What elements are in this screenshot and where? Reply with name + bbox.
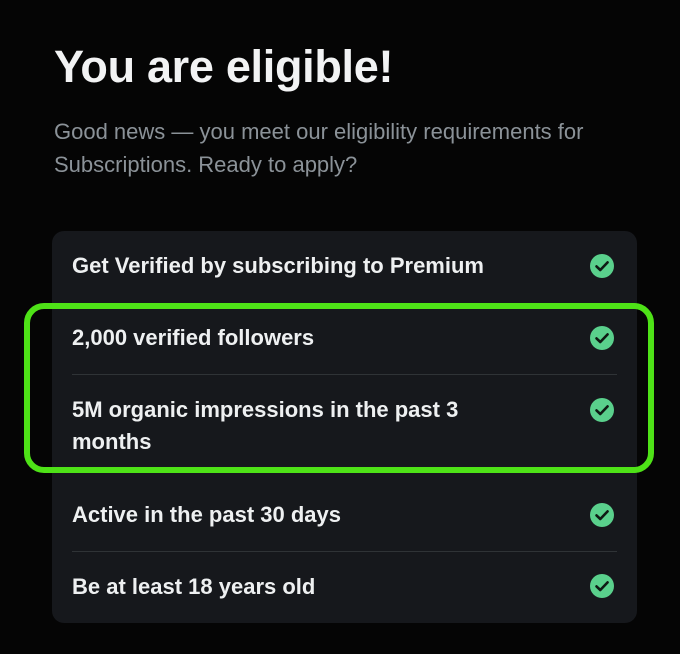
- requirements-card: Get Verified by subscribing to Premium 2…: [52, 231, 637, 623]
- requirement-row-premium: Get Verified by subscribing to Premium: [52, 231, 637, 303]
- requirement-label: 2,000 verified followers: [72, 325, 315, 350]
- check-circle-icon: [590, 254, 614, 278]
- page-subtitle: Good news — you meet our eligibility req…: [54, 119, 584, 177]
- requirement-label: 5M organic impressions in the past 3 mon…: [72, 397, 459, 454]
- requirement-label: Be at least 18 years old: [72, 574, 316, 599]
- check-circle-icon: [590, 574, 614, 598]
- check-circle-icon: [590, 398, 614, 422]
- requirement-row-age: Be at least 18 years old: [52, 552, 637, 623]
- check-circle-icon: [590, 326, 614, 350]
- check-circle-icon: [590, 503, 614, 527]
- requirement-label: Active in the past 30 days: [72, 502, 341, 527]
- requirement-label: Get Verified by subscribing to Premium: [72, 253, 484, 278]
- requirement-row-active: Active in the past 30 days: [52, 479, 637, 551]
- requirement-row-followers: 2,000 verified followers: [52, 303, 637, 375]
- requirement-row-impressions: 5M organic impressions in the past 3 mon…: [52, 375, 637, 479]
- page-title: You are eligible!: [54, 41, 394, 92]
